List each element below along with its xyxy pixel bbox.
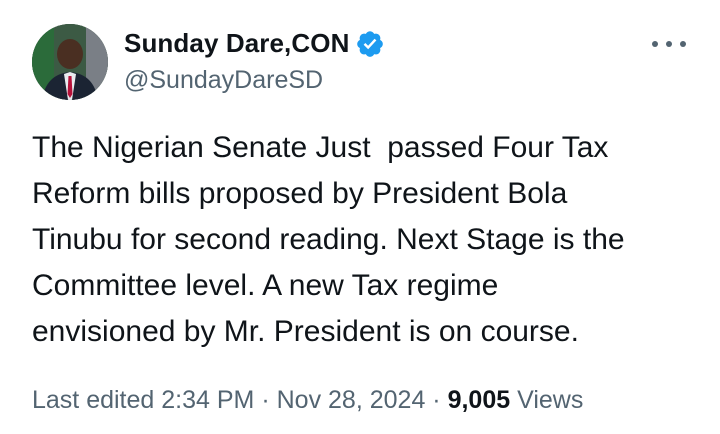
more-dot: [652, 41, 658, 47]
tweet-text: The Nigerian Senate Just passed Four Tax…: [32, 131, 625, 348]
meta-separator: ·: [261, 386, 270, 414]
author-display-name[interactable]: Sunday Dare,CON: [124, 28, 349, 59]
views-count: 9,005: [447, 386, 511, 414]
tweet-time[interactable]: 2:34 PM: [161, 386, 254, 414]
author-handle[interactable]: @SundayDareSD: [124, 66, 323, 95]
profile-photo-icon: [32, 24, 108, 100]
tweet-date[interactable]: Nov 28, 2024: [277, 386, 426, 414]
more-dot: [666, 41, 672, 47]
avatar[interactable]: [32, 24, 108, 100]
more-options-icon[interactable]: [652, 34, 686, 54]
author-name-row: Sunday Dare,CON: [124, 28, 385, 59]
edited-label[interactable]: Last edited: [32, 386, 154, 414]
verified-badge-icon[interactable]: [355, 29, 385, 59]
more-dot: [680, 41, 686, 47]
views-label: Views: [517, 386, 584, 414]
meta-separator: ·: [432, 386, 441, 414]
tweet-card: Sunday Dare,CON @SundayDareSD The Nigeri…: [0, 0, 720, 434]
tweet-meta: Last edited 2:34 PM · Nov 28, 2024 · 9,0…: [32, 386, 583, 415]
